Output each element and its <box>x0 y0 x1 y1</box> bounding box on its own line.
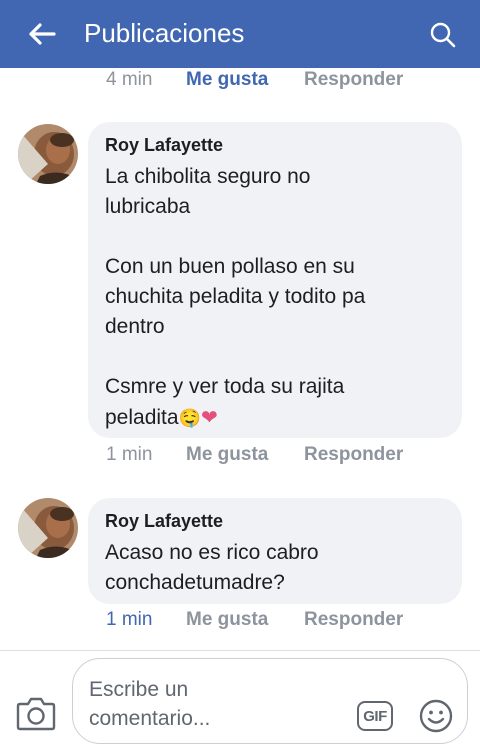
search-icon <box>430 22 456 48</box>
like-button[interactable]: Me gusta <box>186 609 304 631</box>
camera-icon <box>16 697 56 731</box>
comment-input[interactable]: Escribe un comentario... GIF <box>72 658 468 744</box>
comment-time[interactable]: 1 min <box>106 444 186 466</box>
gif-button[interactable]: GIF <box>357 701 393 731</box>
comment-actions: 1 min Me gusta Responder <box>106 441 403 469</box>
emoji-button[interactable] <box>419 699 453 733</box>
page-title: Publicaciones <box>84 18 245 48</box>
comment-author[interactable]: Roy Lafayette <box>105 134 446 156</box>
profile-photo <box>18 498 78 558</box>
comment-actions: 1 min Me gusta Responder <box>106 606 403 634</box>
smiley-icon <box>419 699 453 733</box>
comment-time[interactable]: 4 min <box>106 69 186 91</box>
comment-author[interactable]: Roy Lafayette <box>105 510 446 532</box>
heart-emoji: ❤ <box>200 405 218 429</box>
top-bar: Publicaciones <box>0 0 480 68</box>
like-button[interactable]: Me gusta <box>186 69 304 91</box>
back-button[interactable] <box>24 16 60 52</box>
divider <box>0 650 480 651</box>
comment-actions-previous: 4 min Me gusta Responder <box>106 66 403 94</box>
comment-bubble: Roy Lafayette Acaso no es rico cabro con… <box>88 498 462 604</box>
reply-button[interactable]: Responder <box>304 69 403 91</box>
avatar[interactable] <box>18 498 78 558</box>
search-button[interactable] <box>424 16 462 54</box>
reply-button[interactable]: Responder <box>304 444 403 466</box>
reply-button[interactable]: Responder <box>304 609 403 631</box>
comment-bubble: Roy Lafayette La chibolita seguro no lub… <box>88 122 462 438</box>
comment-input-placeholder: Escribe un comentario... <box>89 678 211 730</box>
comment-text: Acaso no es rico cabro conchadetumadre? <box>105 541 319 594</box>
camera-button[interactable] <box>16 694 56 732</box>
drooling-face-emoji: 🤤 <box>178 408 201 428</box>
arrow-left-icon <box>29 23 56 45</box>
avatar[interactable] <box>18 124 78 184</box>
like-button[interactable]: Me gusta <box>186 444 304 466</box>
comment-text: La chibolita seguro no lubricaba Con un … <box>105 162 446 433</box>
comment-text-body: La chibolita seguro no lubricaba Con un … <box>105 165 366 429</box>
comment-time[interactable]: 1 min <box>106 609 186 631</box>
profile-photo <box>18 124 78 184</box>
